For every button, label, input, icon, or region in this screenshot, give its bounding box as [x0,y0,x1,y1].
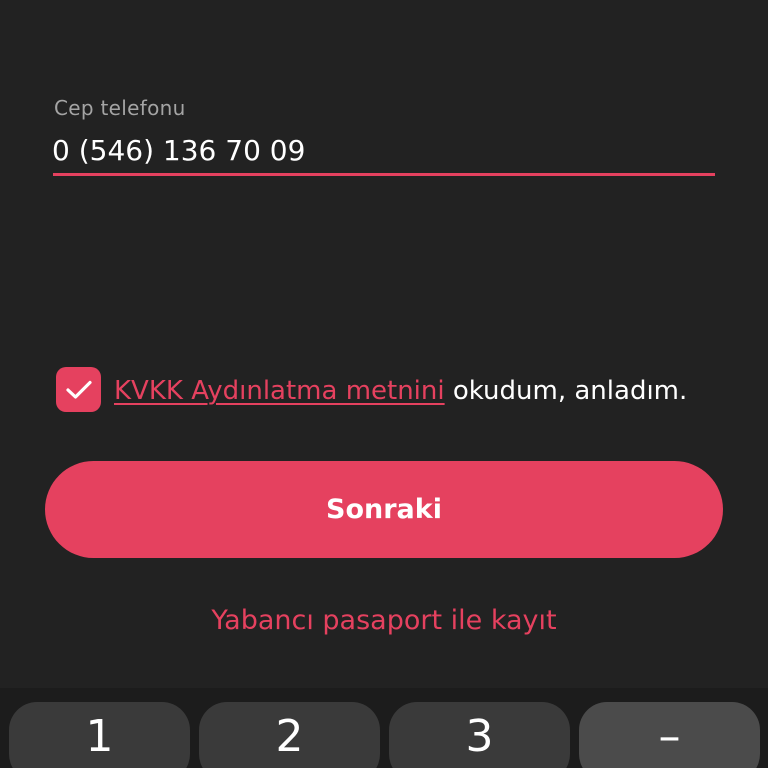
consent-rest-text: okudum, anladım. [444,376,688,406]
checkmark-icon [65,380,92,399]
key-2[interactable]: 2 [199,702,380,768]
kvkk-consent: KVKK Aydınlatma metnini okudum, anladım. [56,367,716,457]
foreign-passport-link[interactable]: Yabancı pasaport ile kayıt [0,605,768,636]
next-button[interactable]: Sonraki [45,461,723,558]
phone-field-label: Cep telefonu [54,96,186,120]
phone-field-underline [53,173,715,176]
key-minus[interactable]: – [579,702,760,768]
key-3[interactable]: 3 [389,702,570,768]
phone-input[interactable] [52,130,716,170]
kvkk-link[interactable]: KVKK Aydınlatma metnini [114,376,445,406]
consent-text: KVKK Aydınlatma metnini okudum, anladım. [114,371,714,411]
registration-screen: Cep telefonu KVKK Aydınlatma metnini oku… [0,0,768,768]
kvkk-checkbox[interactable] [56,367,101,412]
key-1[interactable]: 1 [9,702,190,768]
numeric-keyboard: 1 2 3 – [0,688,768,768]
